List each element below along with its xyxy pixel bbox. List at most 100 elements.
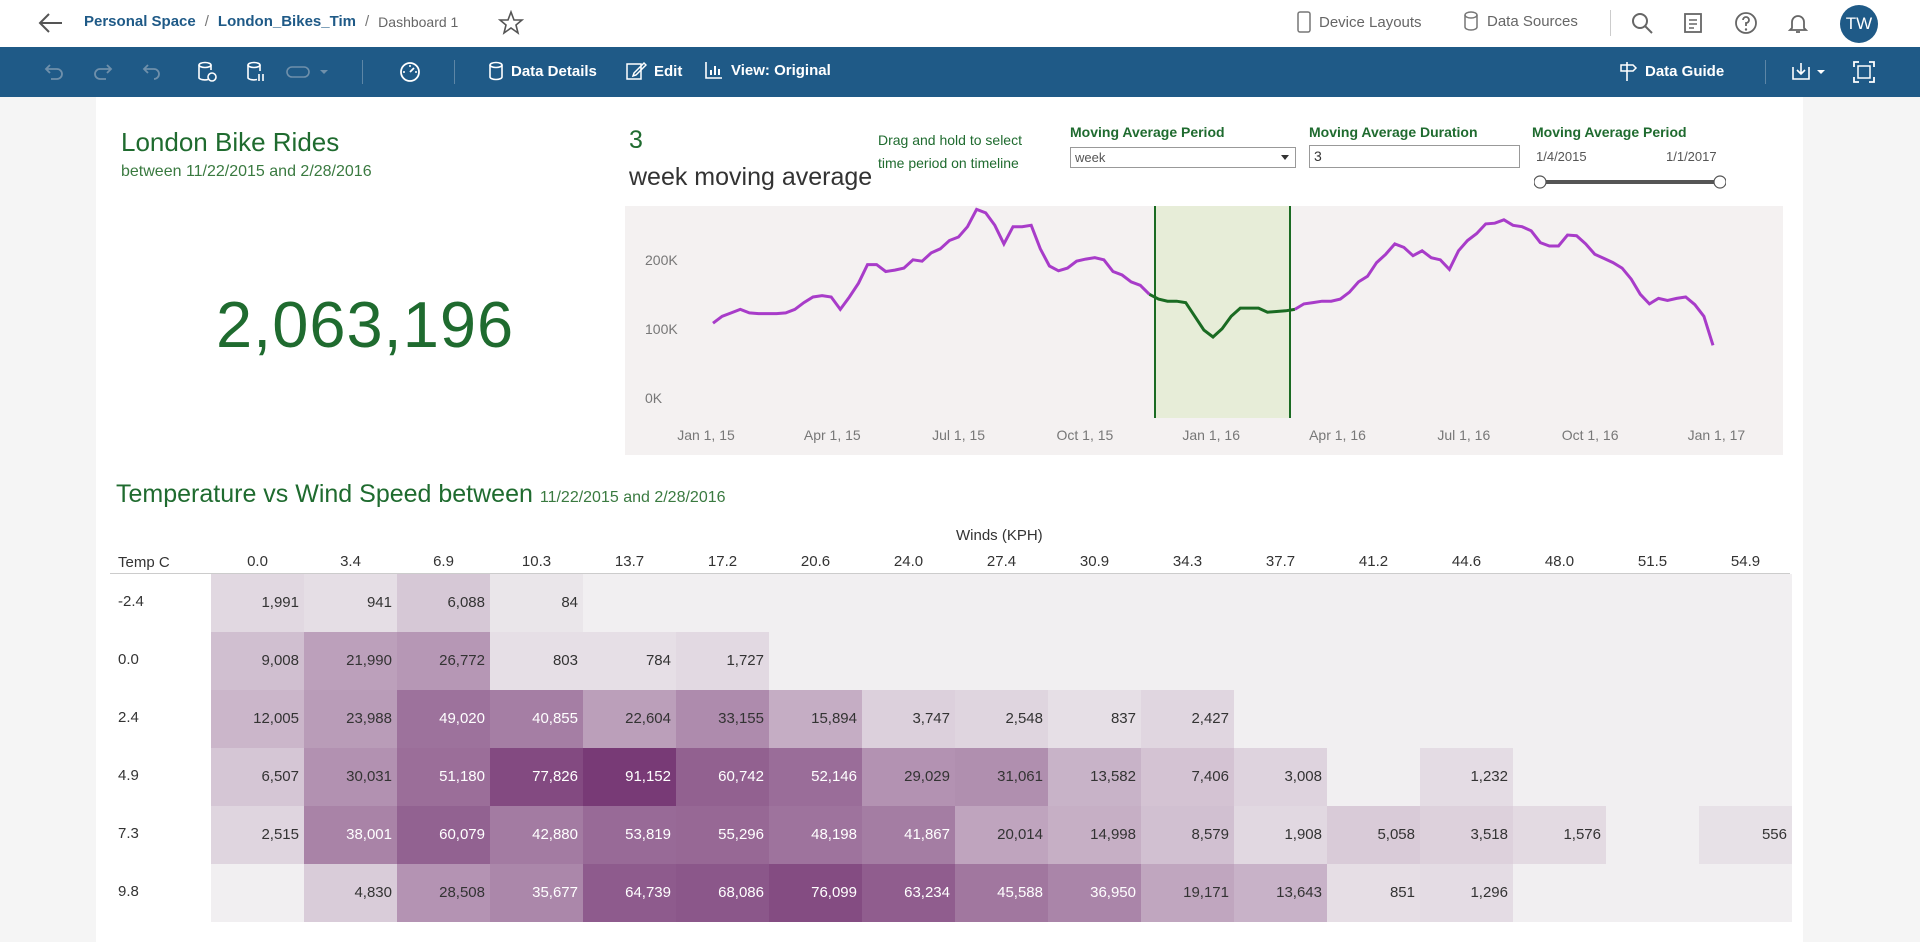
heatmap-cell[interactable]: 2,548: [955, 690, 1048, 748]
favorite-star-icon[interactable]: [498, 10, 524, 36]
heatmap-cell[interactable]: [1234, 690, 1327, 748]
heatmap-cell[interactable]: [1699, 574, 1792, 632]
heatmap-cell[interactable]: 48,198: [769, 806, 862, 864]
redo-icon[interactable]: [92, 61, 114, 83]
watchlist-icon[interactable]: [1682, 11, 1706, 35]
performance-icon[interactable]: [398, 60, 422, 84]
heatmap-cell[interactable]: [1141, 632, 1234, 690]
heatmap-cell[interactable]: 14,998: [1048, 806, 1141, 864]
heatmap-cell[interactable]: [1048, 574, 1141, 632]
heatmap-cell[interactable]: 35,677: [490, 864, 583, 922]
heatmap-cell[interactable]: 20,014: [955, 806, 1048, 864]
heatmap-cell[interactable]: 941: [304, 574, 397, 632]
data-details-button[interactable]: Data Details: [488, 60, 597, 82]
heatmap-cell[interactable]: [1420, 632, 1513, 690]
heatmap-cell[interactable]: [1606, 574, 1699, 632]
heatmap-cell[interactable]: 55,296: [676, 806, 769, 864]
heatmap-cell[interactable]: 76,099: [769, 864, 862, 922]
heatmap-cell[interactable]: 23,988: [304, 690, 397, 748]
heatmap-cell[interactable]: [1606, 748, 1699, 806]
heatmap-cell[interactable]: [1699, 748, 1792, 806]
heatmap-cell[interactable]: 8,579: [1141, 806, 1234, 864]
heatmap-cell[interactable]: [1513, 574, 1606, 632]
breadcrumb-workbook[interactable]: London_Bikes_Tim: [218, 13, 356, 30]
edit-button[interactable]: Edit: [625, 60, 682, 82]
heatmap-cell[interactable]: [1699, 864, 1792, 922]
heatmap-cell[interactable]: 13,582: [1048, 748, 1141, 806]
heatmap-cell[interactable]: 9,008: [211, 632, 304, 690]
heatmap-cell[interactable]: 53,819: [583, 806, 676, 864]
heatmap-cell[interactable]: [1606, 690, 1699, 748]
heatmap-cell[interactable]: [955, 632, 1048, 690]
heatmap-cell[interactable]: 41,867: [862, 806, 955, 864]
heatmap-cell[interactable]: [1327, 632, 1420, 690]
heatmap-cell[interactable]: [1234, 632, 1327, 690]
heatmap-cell[interactable]: 42,880: [490, 806, 583, 864]
view-original-button[interactable]: View: Original: [704, 60, 831, 80]
heatmap-cell[interactable]: 803: [490, 632, 583, 690]
data-guide-button[interactable]: Data Guide: [1618, 60, 1724, 82]
heatmap-cell[interactable]: [1699, 632, 1792, 690]
heatmap-cell[interactable]: 4,830: [304, 864, 397, 922]
heatmap-cell[interactable]: 38,001: [304, 806, 397, 864]
heatmap-cell[interactable]: 13,643: [1234, 864, 1327, 922]
heatmap-cell[interactable]: 30,031: [304, 748, 397, 806]
heatmap-cell[interactable]: 68,086: [676, 864, 769, 922]
heatmap-cell[interactable]: 45,588: [955, 864, 1048, 922]
user-avatar[interactable]: TW: [1840, 5, 1878, 43]
heatmap-cell[interactable]: 33,155: [676, 690, 769, 748]
heatmap-cell[interactable]: 1,232: [1420, 748, 1513, 806]
data-sources-button[interactable]: Data Sources: [1463, 11, 1578, 31]
heatmap-cell[interactable]: [955, 574, 1048, 632]
back-arrow-icon[interactable]: [36, 10, 66, 36]
heatmap-cell[interactable]: [1513, 632, 1606, 690]
heatmap-cell[interactable]: [1699, 690, 1792, 748]
heatmap-cell[interactable]: 3,518: [1420, 806, 1513, 864]
heatmap-cell[interactable]: 3,747: [862, 690, 955, 748]
heatmap-cell[interactable]: 51,180: [397, 748, 490, 806]
heatmap-cell[interactable]: [1606, 632, 1699, 690]
heatmap-cell[interactable]: 84: [490, 574, 583, 632]
heatmap-cell[interactable]: [769, 574, 862, 632]
heatmap-cell[interactable]: [1513, 748, 1606, 806]
heatmap-cell[interactable]: 63,234: [862, 864, 955, 922]
heatmap-cell[interactable]: [1048, 632, 1141, 690]
heatmap-cell[interactable]: [211, 864, 304, 922]
heatmap-cell[interactable]: 6,507: [211, 748, 304, 806]
heatmap-cell[interactable]: 1,727: [676, 632, 769, 690]
heatmap-cell[interactable]: [1327, 574, 1420, 632]
heatmap-cell[interactable]: 31,061: [955, 748, 1048, 806]
range-slider[interactable]: [1534, 174, 1726, 190]
heatmap-cell[interactable]: 77,826: [490, 748, 583, 806]
heatmap-cell[interactable]: 64,739: [583, 864, 676, 922]
breadcrumb-personal-space[interactable]: Personal Space: [84, 13, 196, 30]
slider-handle-end[interactable]: [1713, 175, 1726, 189]
heatmap-cell[interactable]: 7,406: [1141, 748, 1234, 806]
heatmap-cell[interactable]: [1513, 864, 1606, 922]
heatmap-cell[interactable]: 1,296: [1420, 864, 1513, 922]
heatmap-cell[interactable]: 26,772: [397, 632, 490, 690]
undo-icon[interactable]: [43, 61, 65, 83]
heatmap-cell[interactable]: 49,020: [397, 690, 490, 748]
download-icon[interactable]: [1790, 61, 1828, 83]
heatmap-cell[interactable]: 12,005: [211, 690, 304, 748]
timeline-chart[interactable]: 0K 100K 200K Jan 1, 15 Apr 1, 15 Jul 1, 15 Oct…: [625, 206, 1783, 455]
heatmap-cell[interactable]: 556: [1699, 806, 1792, 864]
heatmap-cell[interactable]: 784: [583, 632, 676, 690]
heatmap-cell[interactable]: 60,079: [397, 806, 490, 864]
heatmap-cell[interactable]: 5,058: [1327, 806, 1420, 864]
heatmap-cell[interactable]: [862, 632, 955, 690]
heatmap-cell[interactable]: [1234, 574, 1327, 632]
heatmap-cell[interactable]: [862, 574, 955, 632]
search-icon[interactable]: [1630, 11, 1654, 35]
heatmap-cell[interactable]: 21,990: [304, 632, 397, 690]
heatmap-cell[interactable]: 1,576: [1513, 806, 1606, 864]
replay-animation-icon[interactable]: [286, 64, 330, 80]
heatmap-cell[interactable]: 36,950: [1048, 864, 1141, 922]
heatmap-cell[interactable]: [676, 574, 769, 632]
heatmap-cell[interactable]: 52,146: [769, 748, 862, 806]
heatmap-cell[interactable]: [769, 632, 862, 690]
heatmap-cell[interactable]: [1606, 806, 1699, 864]
heatmap-cell[interactable]: [1420, 690, 1513, 748]
heatmap-cell[interactable]: 3,008: [1234, 748, 1327, 806]
